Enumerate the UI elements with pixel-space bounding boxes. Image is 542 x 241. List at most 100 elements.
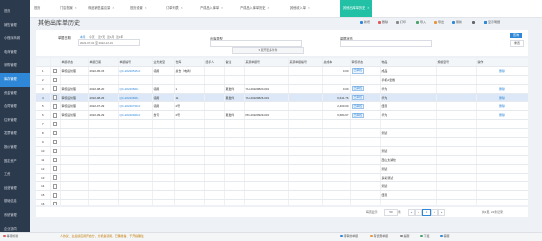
row-select-cell[interactable]: [50, 173, 61, 183]
column-header-4[interactable]: 单据编号: [118, 58, 153, 67]
doc-status-select[interactable]: [340, 40, 432, 47]
sidebar-item-14[interactable]: 基础信息: [0, 195, 30, 209]
cell-code[interactable]: [118, 164, 153, 174]
column-header-2[interactable]: 单据状态: [60, 58, 89, 67]
expand-conditions-button[interactable]: ▾ 展开更多条件: [232, 47, 304, 54]
row-actions[interactable]: 删除: [476, 110, 528, 121]
table-row[interactable]: 11 西山太湖炫: [36, 155, 528, 165]
sidebar-item-1[interactable]: 销售管理: [0, 19, 30, 33]
print-button[interactable]: 打印: [396, 20, 406, 25]
cell-code[interactable]: QC-20220515-0: [118, 66, 153, 76]
row-select-cell[interactable]: [50, 101, 61, 112]
sidebar-item-5[interactable]: 库存管理: [0, 72, 30, 87]
close-icon[interactable]: ×: [75, 6, 77, 10]
tab-3[interactable]: 首页设置 ×: [130, 0, 147, 17]
cell-code[interactable]: [118, 75, 153, 85]
page-size-select[interactable]: 50: [384, 209, 398, 216]
row-actions[interactable]: 删除: [476, 66, 528, 76]
tab-5[interactable]: 产成品入库单 ×: [200, 0, 223, 17]
table-row[interactable]: 9: [36, 137, 528, 147]
row-actions[interactable]: [476, 137, 528, 147]
row-actions[interactable]: [476, 190, 528, 201]
close-icon[interactable]: ×: [181, 6, 183, 10]
last-page-button[interactable]: »: [438, 209, 445, 216]
row-select-cell[interactable]: [50, 128, 61, 139]
table-row[interactable]: 7: [36, 119, 528, 130]
sidebar-item-8[interactable]: 往来管理: [0, 114, 30, 128]
row-select-cell[interactable]: [50, 199, 61, 205]
row-actions[interactable]: [476, 199, 528, 205]
show-detail-checkbox[interactable]: 显示明细: [484, 20, 500, 25]
column-header-1[interactable]: [50, 58, 61, 67]
tab-4[interactable]: 订单列表 ×: [166, 0, 183, 17]
table-row[interactable]: 13 多彩测试: [36, 173, 528, 183]
sidebar-item-15[interactable]: 系统管理: [0, 209, 30, 223]
table-row[interactable]: 2 手机A套餐: [36, 75, 528, 85]
column-header-11[interactable]: 总成本: [322, 58, 351, 67]
outbound-type-select[interactable]: [210, 40, 302, 47]
cell-code[interactable]: [118, 190, 153, 201]
cell-code[interactable]: [118, 128, 153, 139]
sidebar-item-0[interactable]: 首页: [0, 5, 30, 19]
row-select-cell[interactable]: [50, 110, 61, 121]
row-delete-link[interactable]: 删除: [499, 104, 505, 108]
row-actions[interactable]: [476, 181, 528, 192]
notice-ticker[interactable]: 人协议、主后续应用开启分，分机备就用、已确准备、于开指确注: [60, 234, 144, 238]
cell-code[interactable]: [118, 137, 153, 147]
table-row[interactable]: 15 纽曼: [36, 190, 528, 201]
row-actions[interactable]: [476, 128, 528, 139]
column-header-9[interactable]: 来源单据号: [244, 58, 289, 67]
cell-code[interactable]: [118, 119, 153, 130]
sidebar-item-12[interactable]: 工资: [0, 168, 30, 182]
column-header-10[interactable]: 来源单据编号: [288, 58, 323, 67]
row-select-cell[interactable]: [50, 137, 61, 147]
first-page-button[interactable]: «: [408, 209, 415, 216]
close-icon[interactable]: ×: [367, 6, 369, 10]
row-actions[interactable]: [476, 119, 528, 130]
close-icon[interactable]: ×: [221, 6, 223, 10]
sidebar-item-7[interactable]: 合同管理: [0, 100, 30, 114]
cell-code[interactable]: [118, 181, 153, 192]
table-row[interactable]: 6 审核后处理 2022-09-29 QC-20220929-0 盘亏 2号 夏发件 PD-2…: [36, 110, 528, 121]
table-row[interactable]: 10 测试: [36, 146, 528, 156]
sidebar-item-6[interactable]: 资金管理: [0, 87, 30, 101]
row-actions[interactable]: 删除: [476, 101, 528, 112]
row-select-cell[interactable]: [50, 181, 61, 192]
refresh-button[interactable]: 刷新: [452, 20, 462, 25]
table-row[interactable]: 3 审核后处理 2022-08-20 QC-20220820- 领用 1 夏发件 YH-202…: [36, 84, 528, 94]
table-row[interactable]: 14 测试: [36, 181, 528, 192]
new-button[interactable]: 新增: [360, 20, 370, 25]
close-icon[interactable]: ×: [268, 6, 270, 10]
download-link[interactable]: 下载: [420, 234, 429, 238]
column-header-5[interactable]: 业务类型: [152, 58, 175, 67]
table-row[interactable]: 5 审核后处理 2022-07-29 QC-20220729-0 领用 2号 2,400.0…: [36, 101, 528, 112]
close-icon[interactable]: ×: [145, 6, 147, 10]
row-delete-link[interactable]: 删除: [499, 113, 505, 117]
tab-6[interactable]: 产成品入库单历史 ×: [240, 0, 269, 17]
current-page-input[interactable]: 1: [422, 209, 431, 216]
tab-1[interactable]: 门店档案 ×: [60, 0, 77, 17]
sidebar-item-4[interactable]: 采购管理: [0, 59, 30, 73]
column-header-0[interactable]: [36, 58, 51, 67]
row-actions[interactable]: [476, 146, 528, 156]
row-actions[interactable]: 删除: [476, 84, 528, 94]
table-row[interactable]: 4 审核后处理 2022-08-26 QC-20220826- 领用 11 夏发件 YH-20…: [36, 93, 528, 103]
table-row[interactable]: 8 测试: [36, 128, 528, 139]
row-select-cell[interactable]: [50, 164, 61, 174]
support-link[interactable]: 客服: [440, 234, 449, 238]
row-actions[interactable]: 删除: [476, 93, 528, 103]
row-delete-link[interactable]: 删除: [499, 69, 505, 73]
tab-7[interactable]: 其他收入单 ×: [290, 0, 310, 17]
column-header-12[interactable]: 审核状态: [350, 58, 381, 67]
row-select-cell[interactable]: [50, 155, 61, 165]
reminder-link[interactable]: 提醒: [400, 234, 409, 238]
column-header-14[interactable]: 规格型号: [436, 58, 477, 67]
export-button[interactable]: 导出: [434, 20, 444, 25]
cell-code[interactable]: [118, 155, 153, 165]
row-select-cell[interactable]: [50, 75, 61, 85]
cell-code[interactable]: [118, 173, 153, 183]
column-header-8[interactable]: 备注: [224, 58, 245, 67]
column-settings-button[interactable]: [472, 20, 476, 25]
next-page-button[interactable]: ›: [431, 209, 438, 216]
cell-code[interactable]: QC-20220820-: [118, 84, 153, 94]
